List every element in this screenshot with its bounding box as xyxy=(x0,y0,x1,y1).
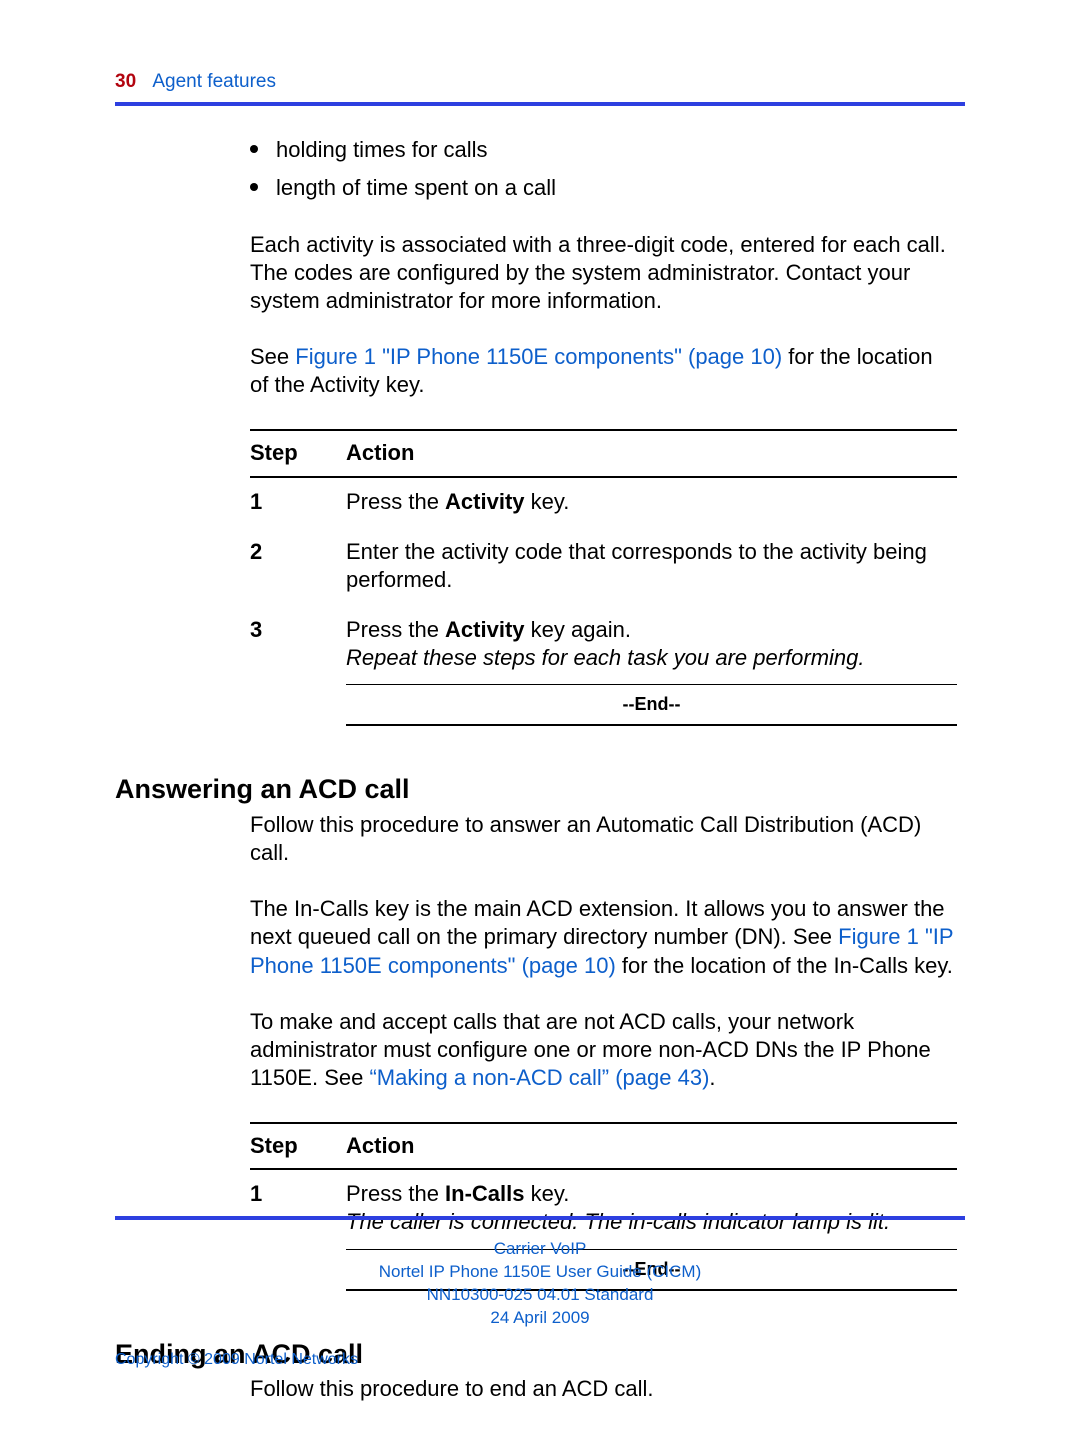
table-row: 1Press the Activity key. xyxy=(250,478,957,528)
bullet-icon xyxy=(250,145,258,153)
step-action: Press the Activity key. xyxy=(346,488,957,516)
col-header-action: Action xyxy=(346,1132,957,1160)
list-item: holding times for calls xyxy=(250,136,965,164)
text-run: See xyxy=(250,344,295,369)
bullet-list: holding times for calls length of time s… xyxy=(250,136,965,202)
footer-line: Nortel IP Phone 1150E User Guide (CICM) xyxy=(115,1261,965,1284)
body-paragraph: Follow this procedure to answer an Autom… xyxy=(250,811,957,867)
bullet-text: holding times for calls xyxy=(276,136,488,164)
copyright-text: Copyright © 2009 Nortel Networks xyxy=(115,1350,965,1370)
step-number: 3 xyxy=(250,616,346,672)
body-paragraph: Each activity is associated with a three… xyxy=(250,231,957,315)
list-item: length of time spent on a call xyxy=(250,174,965,202)
step-action: Enter the activity code that corresponds… xyxy=(346,538,957,594)
end-marker: --End-- xyxy=(346,685,957,724)
footer-line: 24 April 2009 xyxy=(115,1307,965,1330)
footer-line: NN10300-025 04.01 Standard xyxy=(115,1284,965,1307)
text-run: for the location of the In-Calls key. xyxy=(616,953,953,978)
header-rule xyxy=(115,102,965,106)
step-table: Step Action 1Press the Activity key.2Ent… xyxy=(250,429,957,726)
page-footer: Carrier VoIP Nortel IP Phone 1150E User … xyxy=(115,1216,965,1370)
bullet-text: length of time spent on a call xyxy=(276,174,556,202)
bullet-icon xyxy=(250,183,258,191)
text-run: . xyxy=(709,1065,715,1090)
step-action: Press the Activity key again.Repeat thes… xyxy=(346,616,957,672)
table-row: 2Enter the activity code that correspond… xyxy=(250,528,957,606)
step-number: 2 xyxy=(250,538,346,594)
running-head: 30 Agent features xyxy=(115,70,965,94)
body-paragraph: To make and accept calls that are not AC… xyxy=(250,1008,957,1092)
body-paragraph: See Figure 1 "IP Phone 1150E components"… xyxy=(250,343,957,399)
footer-rule xyxy=(115,1216,965,1220)
page-number: 30 xyxy=(115,71,136,92)
section-heading: Answering an ACD call xyxy=(115,772,965,807)
body-paragraph: The In-Calls key is the main ACD extensi… xyxy=(250,895,957,979)
step-number: 1 xyxy=(250,488,346,516)
col-header-step: Step xyxy=(250,1132,346,1160)
table-row: 3Press the Activity key again.Repeat the… xyxy=(250,606,957,684)
footer-line: Carrier VoIP xyxy=(115,1238,965,1261)
section-name: Agent features xyxy=(152,71,276,92)
step-note: Repeat these steps for each task you are… xyxy=(346,645,865,670)
body-paragraph: Follow this procedure to end an ACD call… xyxy=(250,1375,957,1403)
page-link[interactable]: “Making a non-ACD call” (page 43) xyxy=(369,1065,709,1090)
figure-link[interactable]: Figure 1 "IP Phone 1150E components" (pa… xyxy=(295,344,782,369)
col-header-action: Action xyxy=(346,439,957,467)
col-header-step: Step xyxy=(250,439,346,467)
